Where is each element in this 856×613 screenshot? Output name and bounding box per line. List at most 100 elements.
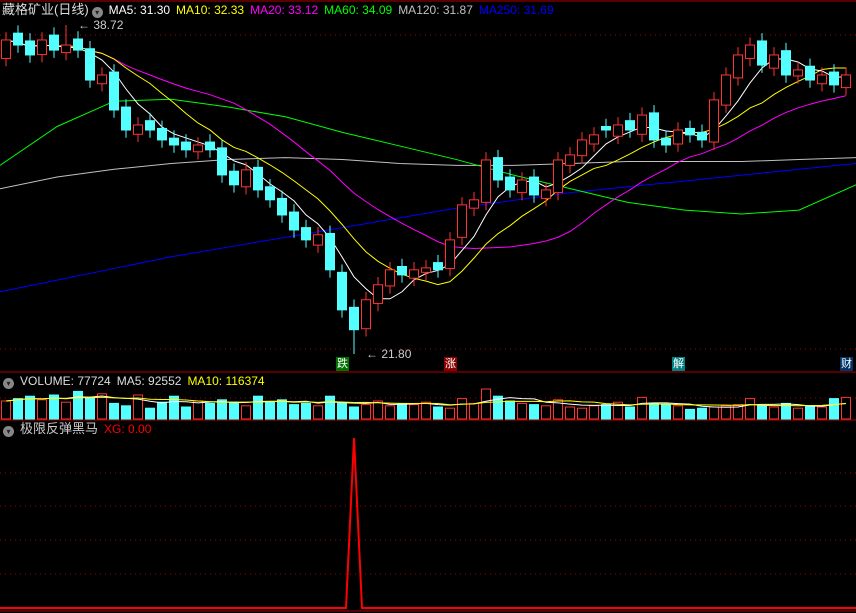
volume-bar — [529, 404, 539, 420]
candle-body — [541, 189, 551, 199]
candle-body — [73, 38, 83, 51]
candle-body — [637, 114, 647, 135]
candle-body — [217, 147, 227, 176]
candle-body — [577, 139, 587, 157]
candle-body — [385, 269, 395, 287]
candle-body — [529, 176, 539, 196]
candle-body — [433, 262, 443, 271]
candle-body — [553, 159, 563, 194]
volume-bar — [841, 396, 851, 420]
ma5-line — [5, 39, 846, 300]
volume-bar — [265, 401, 275, 420]
candle-body — [325, 232, 335, 271]
signal-marker[interactable]: 跌 — [336, 357, 349, 371]
volume-bar — [37, 399, 47, 420]
volume-bar — [109, 402, 119, 420]
volume-bar — [817, 406, 827, 420]
candle-body — [109, 71, 119, 111]
volume-bar — [181, 406, 191, 420]
volume-bar — [157, 401, 167, 420]
volume-bar — [685, 408, 695, 420]
candle-body — [757, 40, 767, 66]
candle-body — [241, 169, 251, 188]
signal-marker[interactable]: 解 — [672, 357, 685, 371]
high-price-label: ← 38.72 — [78, 18, 124, 32]
volume-bar — [769, 406, 779, 420]
candle-body — [697, 131, 707, 141]
volume-bar — [313, 405, 323, 420]
volume-bar — [121, 405, 131, 420]
candle-body — [361, 299, 371, 330]
candle-body — [97, 74, 107, 85]
chart-canvas[interactable]: ← 38.72 ← 21.80 — [0, 0, 856, 613]
volume-bar — [229, 401, 239, 420]
volume-bar — [661, 404, 671, 420]
candle-body — [133, 124, 143, 135]
volume-bar — [61, 401, 71, 420]
candle-body — [709, 99, 719, 143]
candle-body — [649, 112, 659, 141]
candle-body — [613, 124, 623, 137]
volume-bar — [601, 404, 611, 420]
candle-body — [13, 32, 23, 46]
volume-bar — [469, 402, 479, 420]
candle-body — [145, 120, 155, 131]
ma10-line — [5, 39, 846, 286]
candle-body — [841, 74, 851, 89]
candle-body — [229, 170, 239, 186]
volume-bar — [517, 402, 527, 420]
candle-body — [85, 48, 95, 81]
candle-body — [349, 306, 359, 331]
candle-body — [25, 40, 35, 56]
volume-bar — [745, 398, 755, 420]
candle-body — [457, 204, 467, 238]
candle-body — [301, 227, 311, 241]
low-price-label: ← 21.80 — [366, 347, 412, 361]
candle-body — [313, 234, 323, 246]
candle-body — [49, 34, 59, 51]
candle-body — [253, 166, 263, 191]
signal-marker[interactable]: 财 — [840, 357, 853, 371]
candle-body — [445, 239, 455, 269]
volume-bar — [721, 405, 731, 420]
candle-body — [721, 74, 731, 106]
candle-body — [421, 267, 431, 273]
candle-body — [685, 127, 695, 136]
candle-body — [769, 54, 779, 69]
volume-bar — [13, 398, 23, 420]
signal-marker[interactable]: 涨 — [444, 357, 457, 371]
ma120-line — [0, 157, 856, 190]
candle-body — [265, 186, 275, 201]
volume-bar — [433, 406, 443, 420]
volume-bar — [73, 390, 83, 420]
candle-body — [481, 159, 491, 203]
candle-body — [157, 127, 167, 141]
volume-bar — [25, 395, 35, 420]
candle-body — [625, 120, 635, 131]
candle-body — [733, 54, 743, 79]
volume-bar — [409, 404, 419, 420]
volume-bar — [145, 407, 155, 420]
candle-body — [805, 65, 815, 81]
candle-body — [181, 141, 191, 151]
candle-body — [505, 176, 515, 191]
candle-body — [817, 74, 827, 85]
candle-body — [601, 126, 611, 131]
volume-bar — [589, 405, 599, 420]
candle-body — [37, 39, 47, 56]
candle-body — [277, 197, 287, 216]
volume-bar — [277, 399, 287, 420]
candle-body — [589, 134, 599, 145]
volume-bar — [85, 396, 95, 420]
candle-body — [169, 137, 179, 146]
volume-bar — [541, 405, 551, 420]
candle-body — [193, 144, 203, 153]
volume-bar — [565, 406, 575, 420]
ma20-line — [5, 39, 847, 249]
volume-bar — [241, 405, 251, 420]
candle-body — [565, 154, 575, 166]
volume-bar — [361, 404, 371, 420]
volume-bar — [481, 388, 491, 420]
candle-body — [673, 129, 683, 145]
volume-bar — [289, 404, 299, 420]
